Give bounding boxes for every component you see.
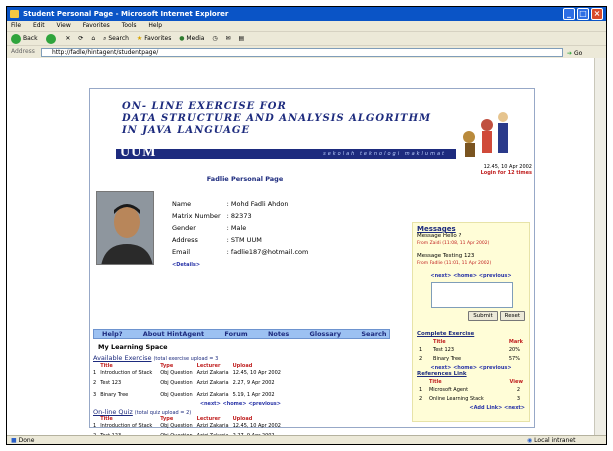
learning-space-title: My Learning Space — [98, 343, 168, 351]
banner: ON- LINE EXERCISE FOR DATA STRUCTURE AND… — [90, 89, 534, 186]
timestamp-box: 12.45, 10 Apr 2002 Login for 12 times — [480, 164, 532, 176]
right-sidebar: Messages Message Hello ? From Zaidi (11:0… — [412, 222, 530, 422]
table-row[interactable]: 2 Binary Tree 57% — [419, 356, 523, 363]
search-icon: ⌕ — [103, 35, 107, 42]
forward-button[interactable] — [45, 32, 58, 46]
profile-row: Name: Mohd Fadli Ahdon — [172, 200, 289, 208]
print-button[interactable]: ▤ — [239, 32, 245, 46]
menu-help-link[interactable]: Help? — [102, 330, 123, 338]
menu-tools[interactable]: Tools — [122, 22, 137, 29]
banner-stripe: sekolah teknologi maklumat — [116, 149, 456, 159]
person-photo-icon — [97, 192, 153, 264]
exercise-table: Title Type Lecturer Upload 1 Introduction of… — [93, 363, 285, 408]
message-item[interactable]: Message Testing 123 From Fadlie (11:01, 1… — [417, 253, 525, 267]
back-icon — [11, 33, 21, 44]
quiz-link[interactable]: On-line Quiz — [93, 408, 133, 416]
page-viewport: ON- LINE EXERCISE FOR DATA STRUCTURE AND… — [7, 58, 594, 439]
menu-help[interactable]: Help — [148, 22, 162, 29]
ie-icon — [10, 10, 19, 18]
exercise-nav[interactable]: <next> <home> <previous> — [200, 401, 281, 407]
profile-info: Name: Mohd Fadli Ahdon Matrix Number: 82… — [170, 197, 314, 272]
nav-menu: Help? About HintAgent Forum Notes Glossa… — [93, 329, 390, 339]
browser-window: Student Personal Page - Microsoft Intern… — [6, 6, 607, 445]
menu-favorites[interactable]: Favorites — [83, 22, 110, 29]
profile-row: Matrix Number: 82373 — [172, 212, 252, 220]
media-icon: ● — [179, 35, 185, 42]
intranet-icon: ◉ — [527, 437, 533, 444]
menu-about-link[interactable]: About HintAgent — [143, 330, 204, 338]
submit-button[interactable]: Submit — [468, 311, 498, 321]
menu-forum-link[interactable]: Forum — [224, 330, 247, 338]
search-button[interactable]: ⌕ Search — [103, 32, 129, 46]
status-text: Done — [18, 437, 35, 444]
menu-search-link[interactable]: Search — [361, 330, 386, 338]
details-link[interactable]: <Details> — [172, 262, 200, 268]
back-button[interactable]: Back — [11, 32, 38, 46]
table-row[interactable]: 1 Introduction of Stack Obj Question Azizi … — [93, 370, 285, 377]
home-button[interactable]: ⌂ — [91, 32, 95, 46]
menu-bar: File Edit View Favorites Tools Help — [7, 21, 606, 31]
page-icon: ■ — [11, 437, 17, 444]
message-textarea[interactable] — [431, 282, 513, 308]
stop-button[interactable]: ✕ — [65, 32, 70, 46]
table-row[interactable]: 2 Online Learning Stack 3 — [419, 396, 523, 403]
zone-indicator: ◉ Local intranet — [527, 437, 576, 444]
go-arrow-icon: ➔ — [567, 50, 573, 57]
window-title: Student Personal Page - Microsoft Intern… — [23, 10, 229, 18]
messages-nav[interactable]: <next> <home> <previous> — [417, 273, 525, 279]
star-icon: ★ — [136, 35, 143, 42]
close-button[interactable]: × — [591, 8, 603, 20]
title-bar: Student Personal Page - Microsoft Intern… — [7, 7, 606, 21]
profile-row: Email: fadlie187@hotmail.com — [172, 248, 309, 256]
menu-notes-link[interactable]: Notes — [268, 330, 289, 338]
status-bar: ■ Done ◉ Local intranet — [7, 435, 606, 444]
complete-exercise-table: Title Mark 1 Test 123 20% 2 Binary Tree 57% — [419, 339, 523, 363]
media-button[interactable]: ● Media — [179, 32, 204, 46]
table-row[interactable]: 1 Test 123 20% — [419, 347, 523, 354]
address-label: Address — [11, 48, 35, 55]
menu-view[interactable]: View — [57, 22, 71, 29]
toolbar: Back ✕ ⟳ ⌂ ⌕ Search ★ Favorites ● Media … — [7, 31, 606, 45]
address-bar: Address http://fadle/hintagent/studentpa… — [7, 45, 606, 58]
banner-title: ON- LINE EXERCISE FOR DATA STRUCTURE AND… — [122, 101, 432, 136]
forward-icon — [45, 33, 56, 44]
history-button[interactable]: ◷ — [212, 32, 217, 46]
menu-glossary-link[interactable]: Glossary — [310, 330, 342, 338]
agent-characters-icon — [463, 112, 508, 157]
menu-file[interactable]: File — [11, 22, 21, 29]
profile-row: Address: STM UUM — [172, 236, 262, 244]
menu-edit[interactable]: Edit — [33, 22, 45, 29]
table-row[interactable]: 1 Introduction of Stack Obj Question Azizi … — [93, 423, 285, 430]
page-title: Fadlie Personal Page — [206, 175, 284, 183]
exercise-link[interactable]: Available Exercise — [93, 354, 152, 362]
refresh-button[interactable]: ⟳ — [78, 32, 83, 46]
maximize-button[interactable]: □ — [577, 8, 589, 20]
messages-panel: Messages Message Hello ? From Zaidi (11:0… — [417, 225, 525, 411]
references-nav[interactable]: <Add Link> <next> — [417, 405, 525, 411]
address-input[interactable]: http://fadle/hintagent/studentpage/ — [41, 48, 563, 57]
mail-button[interactable]: ✉ — [226, 32, 231, 46]
vertical-scrollbar[interactable] — [594, 58, 606, 435]
exercise-section-header: Available Exercise (total exercise uploa… — [93, 354, 219, 362]
minimize-button[interactable]: _ — [563, 8, 575, 20]
table-row[interactable]: 3 Binary Tree Obj Question Azizi Zakaria 5.1… — [93, 389, 285, 401]
student-photo — [96, 191, 154, 265]
table-row[interactable]: 1 Microsoft Agent 2 — [419, 387, 523, 394]
reset-button[interactable]: Reset — [499, 311, 525, 321]
student-page: ON- LINE EXERCISE FOR DATA STRUCTURE AND… — [89, 88, 535, 439]
uum-logo: UUM — [120, 145, 157, 160]
table-row[interactable]: 2Test 123Obj QuestionAzizi Zakaria2.27, … — [93, 377, 285, 389]
references-table: Title View 1 Microsoft Agent 2 2 Online Lear… — [419, 379, 523, 403]
profile-row: Gender: Male — [172, 224, 247, 232]
favorites-button[interactable]: ★ Favorites — [137, 32, 171, 46]
quiz-section-header: On-line Quiz (total quiz upload = 2) — [93, 408, 192, 416]
message-item[interactable]: Message Hello ? From Zaidi (11:08, 11 Apr… — [417, 233, 525, 247]
